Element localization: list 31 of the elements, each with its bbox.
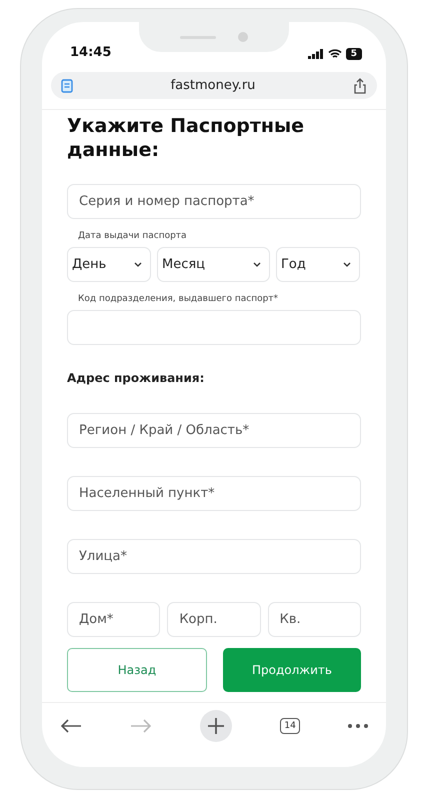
dropdown[interactable]: День bbox=[67, 247, 151, 282]
more-icon[interactable] bbox=[348, 724, 368, 728]
input-field[interactable]: Регион / Край / Область* bbox=[67, 413, 361, 448]
share-icon[interactable] bbox=[352, 78, 367, 94]
dropdown[interactable]: Год bbox=[276, 247, 360, 282]
form-title: Укажите Паспортные данные: bbox=[67, 114, 306, 162]
input-field[interactable]: Кв. bbox=[268, 602, 361, 638]
field-label: Код подразделения, выдавшего паспорт* bbox=[77, 294, 280, 304]
section-heading: Адрес проживания: bbox=[67, 371, 206, 386]
back-arrow-icon[interactable] bbox=[60, 718, 82, 734]
url-text: fastmoney.ru bbox=[170, 78, 256, 94]
chevron-icon bbox=[253, 262, 261, 268]
form-button[interactable]: Назад bbox=[67, 648, 207, 692]
field-label: Дата выдачи паспорта bbox=[77, 231, 188, 242]
chevron-icon bbox=[134, 262, 142, 268]
input-field[interactable]: Населенный пункт* bbox=[67, 476, 361, 512]
tabs-button[interactable]: 14 bbox=[280, 718, 300, 734]
wifi-icon bbox=[328, 48, 342, 59]
signal-icon bbox=[308, 48, 324, 59]
chevron-icon bbox=[343, 262, 351, 268]
dropdown[interactable]: Месяц bbox=[157, 247, 270, 282]
battery-indicator: 5 bbox=[346, 48, 362, 60]
status-time: 14:45 bbox=[70, 44, 112, 60]
input-field[interactable]: Корп. bbox=[167, 602, 261, 638]
input-field[interactable]: Серия и номер паспорта* bbox=[67, 184, 361, 220]
input-field[interactable]: Улица* bbox=[67, 539, 361, 574]
address-bar[interactable]: fastmoney.ru bbox=[51, 72, 377, 100]
input-field[interactable]: Дом* bbox=[67, 602, 160, 638]
plus-icon[interactable] bbox=[200, 710, 232, 742]
input-field[interactable] bbox=[67, 310, 361, 346]
page-icon bbox=[61, 78, 73, 93]
